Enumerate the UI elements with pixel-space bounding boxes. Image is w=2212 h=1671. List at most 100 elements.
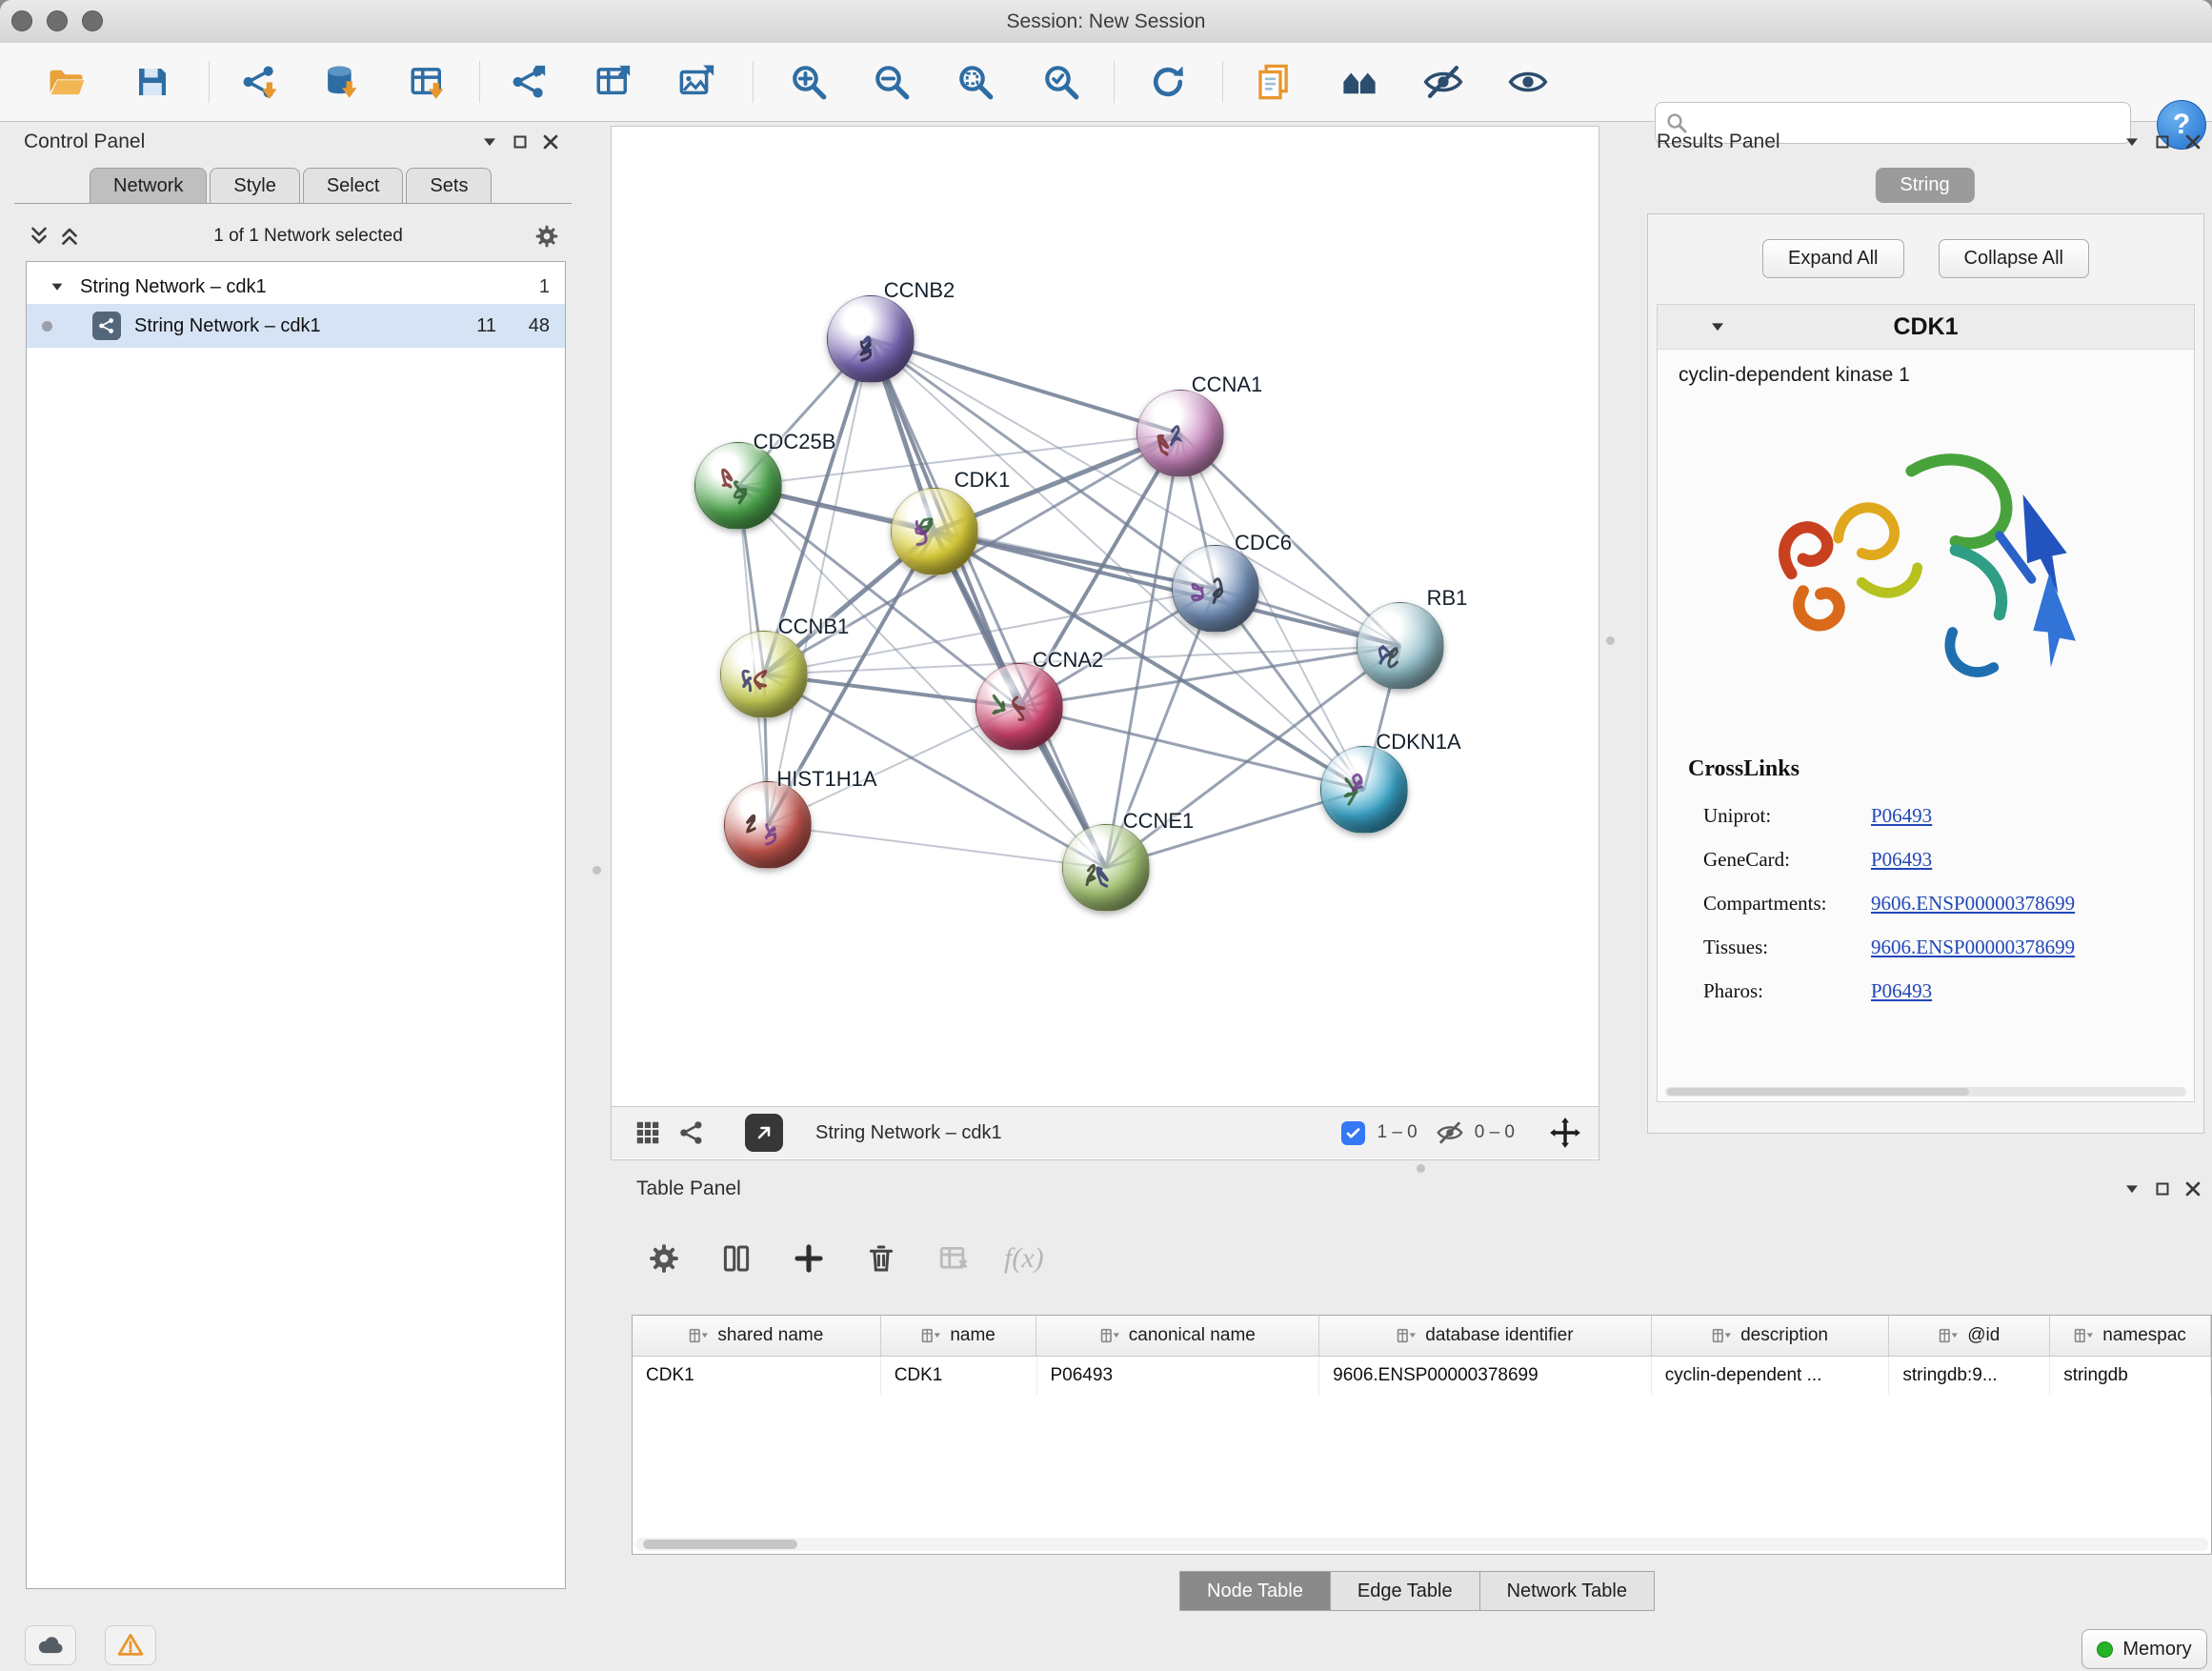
show-columns-button[interactable] <box>714 1237 758 1280</box>
protein-section-header[interactable]: CDK1 <box>1658 305 2194 350</box>
network-canvas[interactable]: CCNB2CCNA1CDC25BCDK1CDC6RB1CCNB1CCNA2CDK… <box>612 127 1599 1106</box>
table-cell[interactable]: CDK1 <box>633 1357 881 1395</box>
zoom-in-button[interactable] <box>784 57 834 107</box>
protein-thumbnail <box>892 489 977 574</box>
export-network-icon <box>509 62 549 102</box>
crosslinks-list: Uniprot:P06493GeneCard:P06493Compartment… <box>1703 794 2194 1013</box>
houses-button[interactable] <box>1335 57 1384 107</box>
expand-all-button[interactable]: Expand All <box>1762 239 1904 278</box>
network-node-cdkn1a[interactable] <box>1320 746 1408 834</box>
tab-sets[interactable]: Sets <box>406 168 492 203</box>
selected-indicator-checkbox[interactable] <box>1341 1121 1365 1145</box>
column-header[interactable]: description <box>1652 1316 1890 1356</box>
network-node-ccnb2[interactable] <box>827 295 915 383</box>
network-node-ccna1[interactable] <box>1136 390 1224 477</box>
column-header[interactable]: shared name <box>633 1316 881 1356</box>
right-splitter-handle[interactable] <box>1606 636 1615 645</box>
network-node-cdc6[interactable] <box>1172 545 1259 633</box>
table-cell[interactable]: cyclin-dependent ... <box>1652 1357 1890 1395</box>
table-panel-float-button[interactable] <box>2147 1175 2178 1203</box>
cloud-status-button[interactable] <box>25 1625 76 1665</box>
create-column-button[interactable] <box>787 1237 831 1280</box>
delete-column-button[interactable] <box>859 1237 903 1280</box>
left-splitter-handle[interactable] <box>593 866 601 875</box>
hidden-eye-slash-icon <box>1437 1119 1463 1146</box>
crosslink-value-link[interactable]: P06493 <box>1871 979 1932 1003</box>
results-horizontal-scrollbar[interactable] <box>1665 1087 2186 1097</box>
scrollbar-thumb[interactable] <box>643 1540 797 1549</box>
crosslink-value-link[interactable]: P06493 <box>1871 804 1932 828</box>
export-image-button[interactable] <box>673 57 722 107</box>
tab-select[interactable]: Select <box>303 168 404 203</box>
tab-network[interactable]: Network <box>90 168 207 203</box>
network-node-ccnb1[interactable] <box>720 631 808 718</box>
collapse-all-button[interactable]: Collapse All <box>1939 239 2090 278</box>
tab-string[interactable]: String <box>1875 168 1974 203</box>
network-options-button[interactable] <box>532 222 562 251</box>
detach-view-button[interactable] <box>745 1114 783 1152</box>
apply-layout-button[interactable] <box>1143 57 1193 107</box>
grid-view-button[interactable] <box>633 1118 663 1147</box>
duplicate-page-button[interactable] <box>1249 57 1298 107</box>
bottom-splitter-handle[interactable] <box>1417 1164 1425 1173</box>
control-panel-float-button[interactable] <box>505 128 535 156</box>
open-session-button[interactable] <box>42 57 91 107</box>
table-cell[interactable]: 9606.ENSP00000378699 <box>1319 1357 1652 1395</box>
zoom-out-button[interactable] <box>867 57 916 107</box>
tab-node-table[interactable]: Node Table <box>1179 1571 1331 1611</box>
control-panel-collapse-button[interactable] <box>474 128 505 156</box>
column-header[interactable]: @id <box>1889 1316 2050 1356</box>
plus-icon <box>793 1242 825 1275</box>
export-table-button[interactable] <box>589 57 638 107</box>
column-header[interactable]: database identifier <box>1319 1316 1652 1356</box>
collapse-all-networks-button[interactable] <box>54 222 85 251</box>
import-table-button[interactable] <box>403 57 452 107</box>
show-graphics-details-button[interactable] <box>1503 57 1553 107</box>
results-panel-float-button[interactable] <box>2147 128 2178 156</box>
column-header[interactable]: name <box>881 1316 1037 1356</box>
network-node-cdc25b[interactable] <box>694 442 782 530</box>
table-body-row[interactable]: CDK1CDK1P064939606.ENSP00000378699cyclin… <box>633 1357 2211 1395</box>
triangle-down-icon <box>479 131 500 152</box>
column-header[interactable]: canonical name <box>1036 1316 1319 1356</box>
table-panel-collapse-button[interactable] <box>2117 1175 2147 1203</box>
network-node-label: CCNE1 <box>1123 809 1195 834</box>
table-cell[interactable]: P06493 <box>1037 1357 1320 1395</box>
network-overview-button[interactable] <box>676 1118 707 1147</box>
expand-all-networks-button[interactable] <box>24 222 54 251</box>
save-session-button[interactable] <box>128 57 177 107</box>
network-collection-row[interactable]: String Network – cdk1 1 <box>27 270 565 304</box>
pan-move-icon[interactable] <box>1549 1117 1581 1149</box>
table-cell[interactable]: stringdb <box>2050 1357 2211 1395</box>
network-node-hist1h1a[interactable] <box>724 781 812 869</box>
crosslink-value-link[interactable]: P06493 <box>1871 848 1932 872</box>
crosslink-value-link[interactable]: 9606.ENSP00000378699 <box>1871 892 2075 916</box>
warnings-button[interactable] <box>105 1625 156 1665</box>
crosslink-value-link[interactable]: 9606.ENSP00000378699 <box>1871 936 2075 959</box>
tab-network-table[interactable]: Network Table <box>1479 1571 1655 1611</box>
hide-graphics-details-button[interactable] <box>1418 57 1468 107</box>
zoom-fit-button[interactable] <box>951 57 1000 107</box>
control-panel-close-button[interactable] <box>535 128 566 156</box>
export-network-button[interactable] <box>504 57 553 107</box>
tab-style[interactable]: Style <box>210 168 299 203</box>
table-panel-close-button[interactable] <box>2178 1175 2208 1203</box>
network-node-cdk1[interactable] <box>891 488 978 575</box>
import-network-database-button[interactable] <box>317 57 367 107</box>
tab-edge-table[interactable]: Edge Table <box>1330 1571 1480 1611</box>
table-cell[interactable]: stringdb:9... <box>1889 1357 2050 1395</box>
network-node-ccne1[interactable] <box>1062 824 1150 912</box>
results-panel-close-button[interactable] <box>2178 128 2208 156</box>
network-row-selected[interactable]: String Network – cdk1 11 48 <box>27 304 565 348</box>
table-horizontal-scrollbar[interactable] <box>635 1538 2208 1551</box>
table-cell[interactable]: CDK1 <box>881 1357 1037 1395</box>
zoom-selected-button[interactable] <box>1036 57 1086 107</box>
memory-button[interactable]: Memory <box>2081 1629 2207 1669</box>
results-panel-collapse-button[interactable] <box>2117 128 2147 156</box>
table-options-button[interactable] <box>642 1237 686 1280</box>
import-network-file-button[interactable] <box>234 57 284 107</box>
network-node-rb1[interactable] <box>1357 602 1444 690</box>
protein-thumbnail <box>725 782 811 868</box>
column-header[interactable]: namespac <box>2050 1316 2211 1356</box>
network-node-ccna2[interactable] <box>975 663 1063 751</box>
